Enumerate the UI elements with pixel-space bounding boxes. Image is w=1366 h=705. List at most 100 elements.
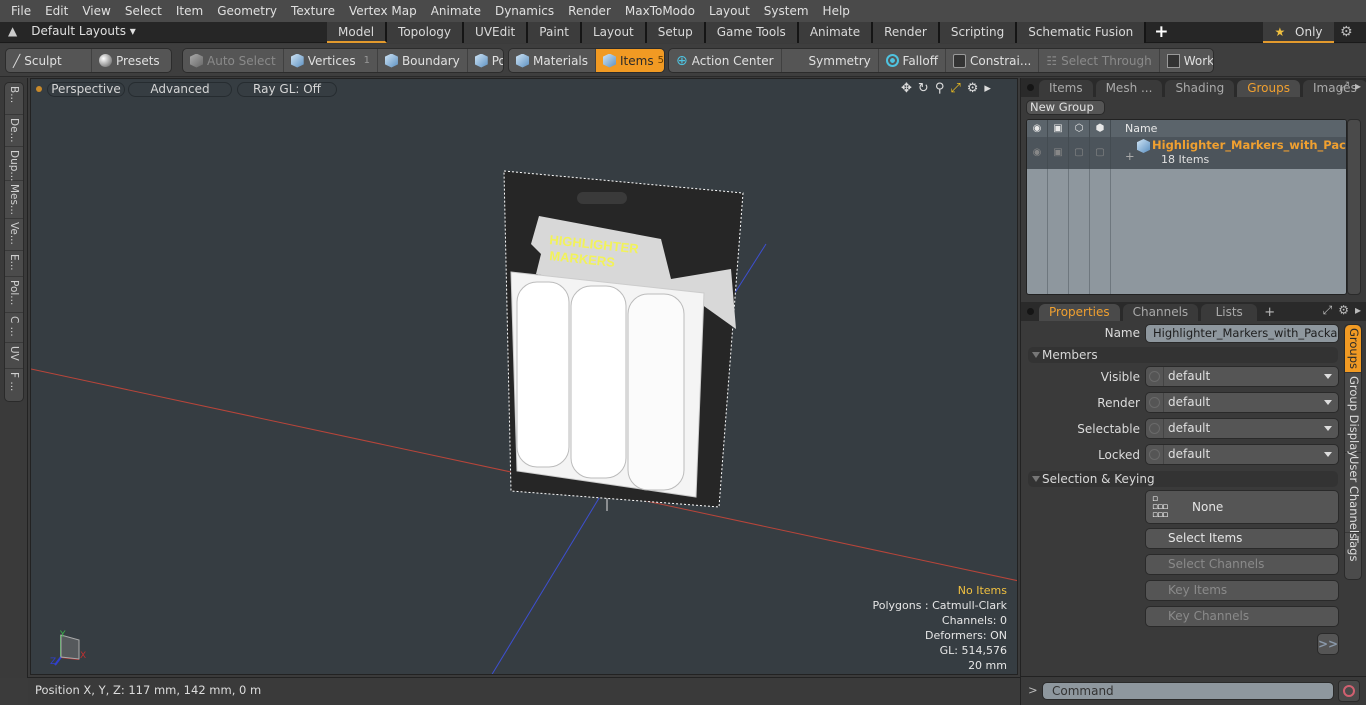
select-channels-button[interactable]: Select Channels xyxy=(1145,554,1339,575)
default-layouts-dropdown[interactable]: Default Layouts ▾ xyxy=(31,24,136,38)
expand-properties-icon[interactable]: ⤢ xyxy=(1323,303,1333,318)
tab-topology[interactable]: Topology xyxy=(387,22,465,43)
tab-paint[interactable]: Paint xyxy=(528,22,582,43)
tab-setup[interactable]: Setup xyxy=(646,22,706,43)
tab-schematic-fusion[interactable]: Schematic Fusion xyxy=(1017,22,1147,43)
left-tab-edge[interactable]: E... xyxy=(5,251,23,277)
selection-keying-section[interactable]: Selection & Keying xyxy=(1028,471,1338,487)
name-column-header[interactable]: Name xyxy=(1111,120,1157,137)
gear-icon[interactable]: ⚙ xyxy=(1340,24,1353,40)
none-hierarchy-button[interactable]: ▫ ▫▫▫ ▫▫▫ None xyxy=(1145,490,1339,524)
tab-scripting[interactable]: Scripting xyxy=(939,22,1018,43)
tab-lists[interactable]: Lists xyxy=(1201,304,1258,321)
row-eye-icon[interactable]: ◉ xyxy=(1027,137,1048,169)
name-input[interactable]: Highlighter_Markers_with_Package3_( xyxy=(1145,324,1339,343)
shading-dropdown[interactable]: Advanced xyxy=(128,82,232,97)
constraints-button[interactable]: Constrai... xyxy=(946,49,1040,72)
menu-maxtomodo[interactable]: MaxToModo xyxy=(618,4,702,18)
record-macro-icon[interactable] xyxy=(1338,680,1360,702)
tab-render[interactable]: Render xyxy=(873,22,940,43)
tab-uvedit[interactable]: UVEdit xyxy=(464,22,529,43)
menu-render[interactable]: Render xyxy=(561,4,618,18)
tab-groups[interactable]: Groups xyxy=(1237,80,1300,97)
eye-icon[interactable]: ◉ xyxy=(1027,120,1048,137)
left-tab-curve[interactable]: C ... xyxy=(5,313,23,343)
menu-edit[interactable]: Edit xyxy=(38,4,75,18)
action-center-button[interactable]: ⊕ Action Center xyxy=(669,49,782,72)
viewport-menu-dot[interactable] xyxy=(36,86,42,92)
visible-dropdown[interactable]: default xyxy=(1145,366,1339,387)
menu-geometry[interactable]: Geometry xyxy=(210,4,284,18)
menu-animate[interactable]: Animate xyxy=(424,4,488,18)
expand-plus-icon[interactable]: + xyxy=(1125,149,1135,163)
tab-shading[interactable]: Shading xyxy=(1165,80,1235,97)
members-section[interactable]: Members xyxy=(1028,347,1338,363)
group-row[interactable]: ◉ ▣ ▢ ▢ + Highlighter_Markers_with_Pack.… xyxy=(1027,137,1346,169)
tab-mesh[interactable]: Mesh ... xyxy=(1095,80,1163,97)
row-lock-toggle[interactable]: ▢ xyxy=(1090,137,1111,169)
boundary-button[interactable]: Boundary xyxy=(378,49,468,72)
key-items-button[interactable]: Key Items xyxy=(1145,580,1339,601)
panel-arrow-icon[interactable]: ▸ xyxy=(1355,79,1361,94)
menu-view[interactable]: View xyxy=(75,4,117,18)
new-group-button[interactable]: New Group xyxy=(1026,100,1105,115)
tab-layout[interactable]: Layout xyxy=(581,22,647,43)
rotate-view-icon[interactable]: ↻ xyxy=(918,81,929,96)
collapse-up-icon[interactable]: ▲ xyxy=(8,24,17,38)
left-tab-mesh-edit[interactable]: Mes... xyxy=(5,181,23,219)
3d-viewport[interactable]: HIGHLIGHTER MARKERS Perspective Advanced… xyxy=(30,78,1018,675)
menu-help[interactable]: Help xyxy=(816,4,857,18)
zoom-view-icon[interactable]: ⚲ xyxy=(935,81,945,96)
menu-texture[interactable]: Texture xyxy=(284,4,342,18)
select-items-button[interactable]: Select Items xyxy=(1145,528,1339,549)
maximize-view-icon[interactable]: ⤢ xyxy=(950,81,960,96)
side-tab-groups[interactable]: Groups xyxy=(1345,325,1361,373)
render-camera-icon[interactable]: ▣ xyxy=(1048,120,1069,137)
presets-button[interactable]: Presets xyxy=(92,49,167,72)
tab-model[interactable]: Model xyxy=(327,22,388,43)
menu-vertex-map[interactable]: Vertex Map xyxy=(342,4,424,18)
panel-menu-dot[interactable] xyxy=(1027,84,1034,91)
more-button[interactable]: >> xyxy=(1317,633,1339,655)
side-tab-tags[interactable]: Tags xyxy=(1345,533,1361,573)
items-button[interactable]: Items 5 xyxy=(596,49,664,72)
properties-menu-dot[interactable] xyxy=(1027,308,1034,315)
group-list-scrollbar[interactable] xyxy=(1347,119,1361,295)
side-tab-group-display[interactable]: Group Display xyxy=(1345,373,1361,457)
menu-item[interactable]: Item xyxy=(169,4,210,18)
side-tab-user-channels[interactable]: User Channels xyxy=(1345,453,1361,539)
perspective-dropdown[interactable]: Perspective xyxy=(47,82,125,97)
falloff-button[interactable]: Falloff xyxy=(879,49,946,72)
add-properties-tab-icon[interactable]: + xyxy=(1260,304,1279,321)
raygl-dropdown[interactable]: Ray GL: Off xyxy=(237,82,337,97)
properties-gear-icon[interactable]: ⚙ xyxy=(1338,303,1349,318)
tab-animate[interactable]: Animate xyxy=(798,22,874,43)
selectable-cube-icon[interactable]: ⬡ xyxy=(1069,120,1090,137)
tab-game-tools[interactable]: Game Tools xyxy=(705,22,799,43)
menu-layout[interactable]: Layout xyxy=(702,4,757,18)
tab-channels[interactable]: Channels xyxy=(1122,304,1199,321)
left-tab-duplicate[interactable]: Dup... xyxy=(5,147,23,181)
key-channels-button[interactable]: Key Channels xyxy=(1145,606,1339,627)
lock-cube-icon[interactable]: ⬢ xyxy=(1090,120,1111,137)
materials-button[interactable]: Materials xyxy=(509,49,597,72)
vertices-button[interactable]: Vertices 1 xyxy=(284,49,378,72)
menu-file[interactable]: File xyxy=(4,4,38,18)
sculpt-button[interactable]: ╱ Sculpt xyxy=(6,49,92,72)
properties-arrow-icon[interactable]: ▸ xyxy=(1355,303,1361,318)
move-view-icon[interactable]: ✥ xyxy=(901,81,912,96)
menu-dynamics[interactable]: Dynamics xyxy=(488,4,561,18)
tab-items[interactable]: Items xyxy=(1039,80,1093,97)
left-tab-fusion[interactable]: F ... xyxy=(5,369,23,399)
menu-select[interactable]: Select xyxy=(118,4,169,18)
left-tab-vertex[interactable]: Ve... xyxy=(5,219,23,251)
left-tab-basic[interactable]: B... xyxy=(5,83,23,115)
polygons-button[interactable]: Polygons xyxy=(468,49,503,72)
locked-dropdown[interactable]: default xyxy=(1145,444,1339,465)
expand-right-icon[interactable]: ▸ xyxy=(984,81,991,96)
selectable-dropdown[interactable]: default xyxy=(1145,418,1339,439)
symmetry-button[interactable]: Symmetry xyxy=(782,49,879,72)
menu-system[interactable]: System xyxy=(757,4,816,18)
row-selectable-toggle[interactable]: ▢ xyxy=(1069,137,1090,169)
viewport-settings-icon[interactable]: ⚙ xyxy=(967,81,979,96)
